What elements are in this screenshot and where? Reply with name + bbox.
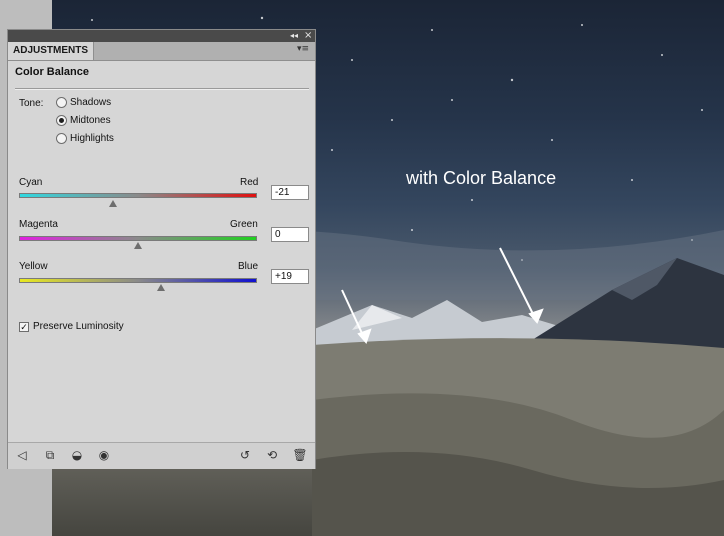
magenta-green-slider-track[interactable] — [19, 236, 257, 241]
preserve-luminosity-checkbox[interactable]: ✓ — [19, 322, 29, 332]
reset-icon[interactable]: ⟲ — [263, 447, 281, 463]
close-icon[interactable]: × — [304, 30, 312, 41]
radio-shadows-label[interactable]: Shadows — [70, 97, 111, 108]
view-previous-state-icon[interactable]: ↺ — [236, 447, 254, 463]
radio-highlights[interactable] — [56, 133, 67, 144]
back-arrow-icon[interactable]: ◁ — [13, 447, 31, 463]
panel-bottom-toolbar: ◁ ⧉ ◒ ◉ ↺ ⟲ 🗑 — [8, 442, 315, 469]
radio-midtones[interactable] — [56, 115, 67, 126]
panel-tab-bar: ADJUSTMENTS ▾≡ — [8, 42, 315, 61]
magenta-label: Magenta — [19, 219, 58, 230]
preserve-luminosity-label[interactable]: Preserve Luminosity — [33, 321, 124, 332]
visibility-eye-icon[interactable]: ◉ — [95, 447, 113, 463]
cyan-label: Cyan — [19, 177, 43, 188]
yellow-blue-slider-track[interactable] — [19, 278, 257, 283]
magenta-green-slider-thumb[interactable] — [134, 242, 142, 249]
radio-midtones-label[interactable]: Midtones — [70, 115, 111, 126]
caption-text: with Color Balance — [406, 168, 557, 188]
radio-highlights-label[interactable]: Highlights — [70, 133, 114, 144]
cyan-red-value-input[interactable]: -21 — [271, 185, 309, 200]
trash-icon[interactable]: 🗑 — [291, 447, 309, 463]
tab-adjustments[interactable]: ADJUSTMENTS — [8, 42, 95, 60]
yellow-blue-slider-thumb[interactable] — [156, 284, 165, 291]
panel-title: Color Balance — [15, 66, 89, 78]
title-divider — [15, 88, 309, 90]
red-label: Red — [240, 177, 259, 188]
tone-label: Tone: — [19, 98, 44, 109]
adjustments-panel: ◂◂ × ADJUSTMENTS ▾≡ Color Balance Tone: … — [7, 29, 316, 469]
blue-label: Blue — [238, 261, 259, 272]
clip-to-layer-icon[interactable]: ⧉ — [41, 447, 59, 463]
panel-menu-icon[interactable]: ▾≡ — [297, 44, 309, 54]
collapse-icon[interactable]: ◂◂ — [290, 31, 298, 41]
radio-shadows[interactable] — [56, 97, 67, 108]
yellow-blue-value-input[interactable]: +19 — [271, 269, 309, 284]
cyan-red-slider-thumb[interactable] — [109, 200, 117, 207]
magenta-green-value-input[interactable]: 0 — [271, 227, 309, 242]
cyan-red-slider-track[interactable] — [19, 193, 257, 198]
mask-toggle-icon[interactable]: ◒ — [68, 447, 86, 463]
green-label: Green — [230, 219, 258, 230]
panel-header-bar: ◂◂ × — [8, 30, 315, 42]
yellow-label: Yellow — [19, 261, 48, 272]
